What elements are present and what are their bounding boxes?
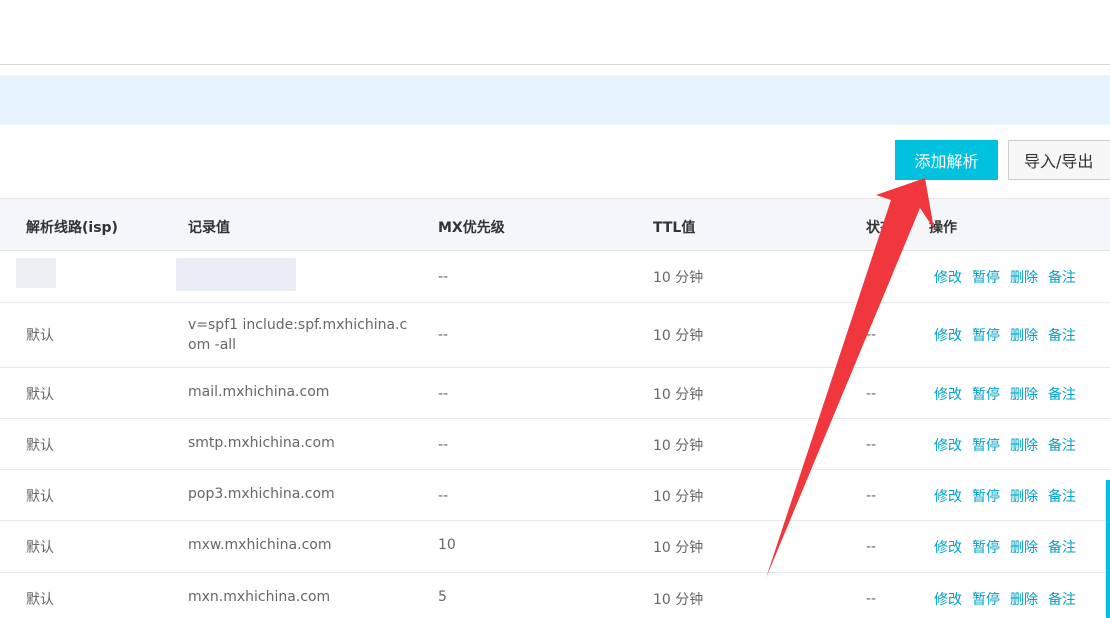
row-actions: 修改 暂停 删除 备注 (934, 267, 1086, 287)
pause-link[interactable]: 暂停 (972, 592, 1000, 608)
import-export-button[interactable]: 导入/导出 (1008, 140, 1110, 180)
note-link[interactable]: 备注 (1048, 438, 1076, 454)
edit-link[interactable]: 修改 (934, 438, 962, 454)
note-link[interactable]: 备注 (1048, 387, 1076, 403)
table-row: 默认 smtp.mxhichina.com -- 10 分钟 -- 修改 暂停 删除… (0, 419, 1110, 470)
note-link[interactable]: 备注 (1048, 592, 1076, 608)
cell-value: smtp.mxhichina.com (188, 435, 335, 451)
cell-mx: -- (438, 269, 449, 285)
edit-link[interactable]: 修改 (934, 489, 962, 505)
add-record-button[interactable]: 添加解析 (895, 140, 998, 180)
edit-link[interactable]: 修改 (934, 387, 962, 403)
row-actions: 修改 暂停 删除 备注 (934, 435, 1086, 455)
table-row: -- 10 分钟 -- 修改 暂停 删除 备注 (0, 251, 1110, 303)
cell-value: mxn.mxhichina.com (188, 589, 331, 605)
cell-ttl: 10 分钟 (653, 270, 704, 286)
table-row: 默认 mail.mxhichina.com -- 10 分钟 -- 修改 暂停 删除… (0, 368, 1110, 419)
top-bar (0, 0, 1110, 65)
cell-status: -- (866, 591, 877, 607)
cell-status: -- (866, 437, 877, 453)
cell-mx: -- (438, 327, 449, 343)
header-ops: 操作 (929, 220, 957, 236)
delete-link[interactable]: 删除 (1010, 438, 1038, 454)
note-link[interactable]: 备注 (1048, 328, 1076, 344)
table-row: 默认 mxw.mxhichina.com 10 10 分钟 -- 修改 暂停 删除备… (0, 521, 1110, 573)
cell-ttl: 10 分钟 (653, 592, 704, 608)
cell-ttl: 10 分钟 (653, 328, 704, 344)
notice-banner (0, 75, 1110, 125)
cell-line: 默认 (26, 489, 54, 505)
table-row: 默认 mxn.mxhichina.com 5 10 分钟 -- 修改 暂停 删除 备注 (0, 573, 1110, 618)
cell-mx: -- (438, 437, 449, 453)
note-link[interactable]: 备注 (1048, 540, 1076, 556)
pause-link[interactable]: 暂停 (972, 540, 1000, 556)
cell-ttl: 10 分钟 (653, 489, 704, 505)
edit-link[interactable]: 修改 (934, 592, 962, 608)
cell-status: -- (866, 386, 877, 402)
table-row: 默认 v=spf1 include:spf.mxhichina.com -all… (0, 303, 1110, 368)
note-link[interactable]: 备注 (1048, 489, 1076, 505)
header-ttl: TTL值 (653, 220, 696, 236)
note-link[interactable]: 备注 (1048, 270, 1076, 286)
header-status: 状态 (866, 220, 894, 236)
cell-ttl: 10 分钟 (653, 540, 704, 556)
floating-tab-edge[interactable] (1106, 480, 1110, 618)
table-row: 默认 pop3.mxhichina.com -- 10 分钟 -- 修改 暂停 删除… (0, 470, 1110, 521)
pause-link[interactable]: 暂停 (972, 328, 1000, 344)
cell-value: v=spf1 include:spf.mxhichina.com -all (188, 317, 408, 353)
row-actions: 修改 暂停 删除 备注 (934, 384, 1086, 404)
cell-value: mxw.mxhichina.com (188, 537, 332, 553)
cell-mx: 5 (438, 589, 447, 605)
pause-link[interactable]: 暂停 (972, 489, 1000, 505)
delete-link[interactable]: 删除 (1010, 489, 1038, 505)
cell-line: 默认 (26, 387, 54, 403)
cell-value: mail.mxhichina.com (188, 384, 330, 400)
cell-line: 默认 (26, 540, 54, 556)
row-actions: 修改 暂停 删除 备注 (934, 486, 1086, 506)
delete-link[interactable]: 删除 (1010, 328, 1038, 344)
delete-link[interactable]: 删除 (1010, 387, 1038, 403)
cell-line: 默认 (26, 328, 54, 344)
redacted-value (176, 258, 296, 291)
cell-line: 默认 (26, 592, 54, 608)
cell-ttl: 10 分钟 (653, 387, 704, 403)
delete-link[interactable]: 删除 (1010, 270, 1038, 286)
cell-value: pop3.mxhichina.com (188, 486, 335, 502)
row-actions: 修改 暂停 删除 备注 (934, 589, 1086, 609)
edit-link[interactable]: 修改 (934, 540, 962, 556)
pause-link[interactable]: 暂停 (972, 438, 1000, 454)
cell-line: 默认 (26, 438, 54, 454)
pause-link[interactable]: 暂停 (972, 387, 1000, 403)
cell-status: -- (866, 539, 877, 555)
delete-link[interactable]: 删除 (1010, 540, 1038, 556)
edit-link[interactable]: 修改 (934, 270, 962, 286)
cell-status: -- (866, 269, 877, 285)
cell-mx: 10 (438, 537, 456, 553)
cell-ttl: 10 分钟 (653, 438, 704, 454)
pause-link[interactable]: 暂停 (972, 270, 1000, 286)
cell-status: -- (866, 488, 877, 504)
row-actions: 修改 暂停 删除 备注 (934, 325, 1086, 345)
cell-mx: -- (438, 488, 449, 504)
cell-mx: -- (438, 386, 449, 402)
cell-status: -- (866, 327, 877, 343)
redacted-line (16, 258, 56, 288)
edit-link[interactable]: 修改 (934, 328, 962, 344)
header-value: 记录值 (188, 220, 230, 236)
table-header: 解析线路(isp) 记录值 MX优先级 TTL值 状态 操作 (0, 198, 1110, 251)
header-mx: MX优先级 (438, 220, 505, 236)
delete-link[interactable]: 删除 (1010, 592, 1038, 608)
header-line: 解析线路(isp) (26, 220, 118, 236)
row-actions: 修改 暂停 删除 备注 (934, 537, 1086, 557)
